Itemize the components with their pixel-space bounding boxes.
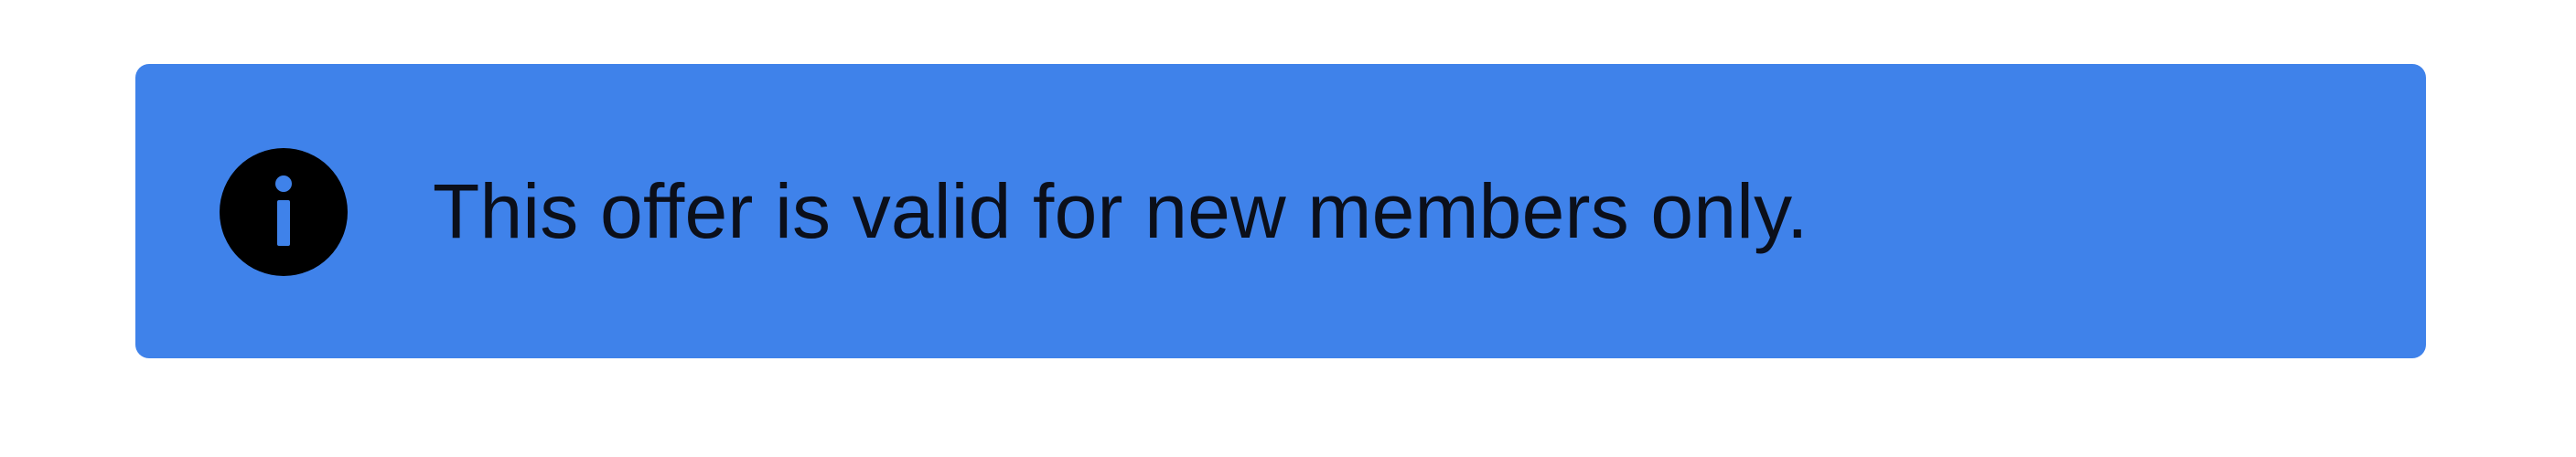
page: This offer is valid for new members only…	[0, 0, 2576, 457]
info-banner: This offer is valid for new members only…	[135, 64, 2426, 358]
banner-message: This offer is valid for new members only…	[433, 168, 1809, 254]
info-icon	[220, 148, 348, 276]
